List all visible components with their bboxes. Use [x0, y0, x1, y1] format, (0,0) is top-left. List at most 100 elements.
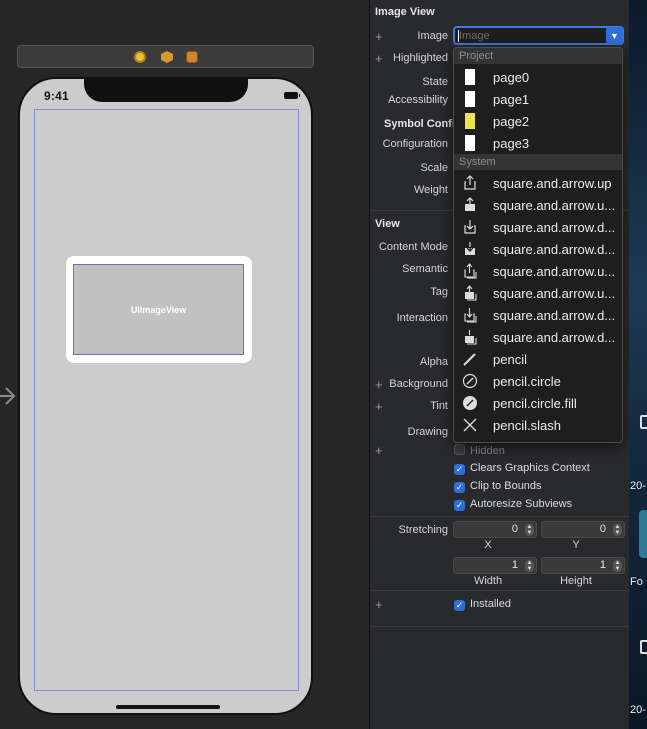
image-thumbnail-icon: [465, 135, 475, 151]
image-picker-dropdown[interactable]: Project page0 page1 page2 page3 System s…: [453, 47, 623, 443]
share-up-icon: [462, 175, 478, 191]
chevron-down-icon[interactable]: ▼: [606, 27, 623, 44]
desktop-file-icon[interactable]: [640, 640, 647, 654]
share-down-fill-icon: [462, 241, 478, 257]
semantic-label: Semantic: [402, 263, 448, 275]
storyboard-canvas[interactable]: 9:41 UIImageView: [0, 0, 369, 729]
stepper-icon[interactable]: ▲ ▼: [613, 524, 622, 536]
checkmark-icon[interactable]: ✓: [454, 482, 465, 493]
dropdown-item-symbol[interactable]: square.and.arrow.u...: [454, 194, 622, 216]
tint-label: Tint: [430, 400, 448, 412]
alpha-label: Alpha: [419, 356, 448, 368]
dropdown-item-label: square.and.arrow.d...: [493, 242, 616, 257]
clip-to-bounds-checkbox[interactable]: ✓ Clip to Bounds: [454, 480, 542, 493]
share-up-stack-icon: [462, 263, 478, 279]
checkbox-unchecked-icon[interactable]: [454, 444, 465, 455]
image-view-container[interactable]: UIImageView: [66, 256, 252, 363]
desktop-folder-icon[interactable]: [639, 510, 647, 558]
dropdown-item-symbol[interactable]: square.and.arrow.u...: [454, 260, 622, 282]
entry-point-arrow-icon[interactable]: [0, 384, 16, 408]
dropdown-item-symbol[interactable]: square.and.arrow.d...: [454, 304, 622, 326]
autoresize-label: Autoresize Subviews: [470, 498, 573, 510]
hidden-checkbox[interactable]: Hidden: [454, 444, 505, 457]
share-down-stack-fill-icon: [462, 329, 478, 345]
desktop-file-icon[interactable]: [640, 415, 647, 429]
dropdown-item-label: square.and.arrow.up: [493, 176, 612, 191]
dropdown-item-symbol[interactable]: pencil: [454, 348, 622, 370]
x-caption: X: [484, 539, 492, 551]
stretch-width-field[interactable]: 1 ▲ ▼: [453, 557, 537, 574]
dropdown-item-symbol[interactable]: square.and.arrow.u...: [454, 282, 622, 304]
y-caption: Y: [572, 539, 580, 551]
first-responder-icon[interactable]: [161, 51, 173, 63]
interaction-label: Interaction: [396, 312, 448, 324]
stretch-height-field[interactable]: 1 ▲ ▼: [541, 557, 625, 574]
desktop-folder-label: Fo: [630, 576, 643, 588]
background-add-button[interactable]: +: [375, 377, 383, 392]
installed-checkbox[interactable]: ✓ Installed: [454, 598, 511, 611]
tint-add-button[interactable]: +: [375, 399, 383, 414]
drawing-label: Drawing: [407, 426, 448, 438]
dropdown-item-label: pencil.slash: [493, 418, 561, 433]
dropdown-item-label: square.and.arrow.u...: [493, 198, 616, 213]
dropdown-item-label: square.and.arrow.d...: [493, 308, 616, 323]
image-thumbnail-icon: [465, 91, 475, 107]
dropdown-item-symbol[interactable]: pencil.circle.fill: [454, 392, 622, 414]
autoresize-checkbox[interactable]: ✓ Autoresize Subviews: [454, 498, 572, 511]
installed-add-button[interactable]: +: [375, 597, 383, 612]
battery-icon: [284, 92, 300, 99]
background-label: Background: [389, 378, 448, 390]
content-mode-label: Content Mode: [378, 241, 448, 253]
pencil-slash-icon: [462, 417, 478, 433]
image-variation-add-button[interactable]: +: [375, 29, 383, 44]
dropdown-item-label: page1: [493, 92, 530, 107]
dropdown-item-symbol[interactable]: pencil.slash: [454, 414, 622, 436]
safe-area-guide: [34, 109, 299, 691]
dropdown-item-symbol[interactable]: square.and.arrow.up: [454, 172, 622, 194]
stepper-icon[interactable]: ▲ ▼: [613, 560, 622, 572]
pencil-icon: [462, 351, 478, 367]
stepper-icon[interactable]: ▲ ▼: [525, 560, 534, 572]
stretch-x-field[interactable]: 0 ▲ ▼: [453, 521, 537, 538]
dropdown-item-symbol[interactable]: square.and.arrow.d...: [454, 216, 622, 238]
dropdown-item-symbol[interactable]: square.and.arrow.d...: [454, 238, 622, 260]
checkmark-icon[interactable]: ✓: [454, 500, 465, 511]
dropdown-item-page0[interactable]: page0: [454, 66, 622, 88]
image-combo-field[interactable]: Image ▼: [453, 26, 624, 45]
installed-label: Installed: [470, 598, 511, 610]
hidden-add-button[interactable]: +: [375, 443, 383, 458]
scale-label: Scale: [420, 162, 448, 174]
hidden-checkbox-label: Hidden: [470, 445, 505, 457]
stretching-label: Stretching: [398, 524, 448, 536]
tag-label: Tag: [430, 286, 448, 298]
dropdown-item-label: pencil.circle: [493, 374, 561, 389]
exit-icon[interactable]: [186, 51, 198, 63]
dropdown-item-label: page0: [493, 70, 530, 85]
dropdown-item-label: pencil.circle.fill: [493, 396, 577, 411]
view-controller-icon[interactable]: [134, 51, 146, 63]
highlighted-add-button[interactable]: +: [375, 51, 383, 66]
uiimageview[interactable]: UIImageView: [73, 264, 244, 355]
clip-to-bounds-label: Clip to Bounds: [470, 480, 542, 492]
clears-graphics-label: Clears Graphics Context: [470, 462, 590, 474]
dropdown-item-label: square.and.arrow.u...: [493, 264, 616, 279]
dropdown-item-page3[interactable]: page3: [454, 132, 622, 154]
share-down-icon: [462, 219, 478, 235]
checkmark-icon[interactable]: ✓: [454, 464, 465, 475]
share-up-fill-icon: [462, 197, 478, 213]
stepper-icon[interactable]: ▲ ▼: [525, 524, 534, 536]
configuration-label: Configuration: [382, 138, 448, 150]
dropdown-item-symbol[interactable]: square.and.arrow.d...: [454, 326, 622, 348]
dropdown-item-label: square.and.arrow.d...: [493, 220, 616, 235]
height-caption: Height: [560, 575, 592, 587]
checkmark-icon[interactable]: ✓: [454, 600, 465, 611]
dropdown-item-page2[interactable]: page2: [454, 110, 622, 132]
dropdown-item-label: page2: [493, 114, 530, 129]
weight-label: Weight: [413, 184, 448, 196]
system-group-header: System: [454, 154, 622, 170]
image-thumbnail-icon: [465, 69, 475, 85]
stretch-y-field[interactable]: 0 ▲ ▼: [541, 521, 625, 538]
dropdown-item-symbol[interactable]: pencil.circle: [454, 370, 622, 392]
dropdown-item-page1[interactable]: page1: [454, 88, 622, 110]
clears-graphics-checkbox[interactable]: ✓ Clears Graphics Context: [454, 462, 590, 475]
